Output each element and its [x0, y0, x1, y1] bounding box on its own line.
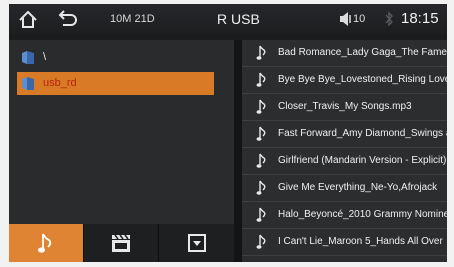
music-note-icon — [256, 234, 268, 253]
music-note-icon — [256, 72, 268, 91]
folder-icon — [21, 50, 35, 74]
tab-download[interactable] — [159, 224, 234, 262]
song-list-item[interactable]: Bad Romance_Lady Gaga_The Fame Monster — [242, 40, 447, 67]
music-note-icon — [256, 99, 268, 118]
song-list-item[interactable]: Bye Bye Bye_Lovestoned_Rising Love — [242, 67, 447, 94]
song-list-item[interactable]: Girlfriend (Mandarin Version - Explicit) — [242, 148, 447, 175]
folder-name: \ — [43, 51, 47, 63]
tab-video[interactable] — [84, 224, 159, 262]
music-note-icon — [256, 207, 268, 226]
speaker-icon — [340, 12, 351, 26]
source-title: R USB — [217, 11, 260, 27]
folder-item-usb[interactable]: usb_rd — [17, 72, 214, 95]
song-title: I Can't Lie_Maroon 5_Hands All Over — [278, 236, 443, 247]
song-list-item[interactable]: I Can't Lie_Maroon 5_Hands All Over — [242, 229, 447, 256]
screen: 10M 21D R USB 10 18:15 \ usb_rd Bad Roma… — [9, 4, 447, 262]
music-note-icon — [256, 126, 268, 145]
back-icon[interactable] — [55, 4, 81, 34]
volume-indicator[interactable]: 10 — [339, 4, 379, 34]
volume-level: 10 — [353, 13, 366, 25]
song-title: Girlfriend (Mandarin Version - Explicit) — [278, 155, 447, 166]
folder-pane: \ usb_rd — [9, 40, 234, 262]
song-list-item[interactable]: Fast Forward_Amy Diamond_Swings and Roun… — [242, 121, 447, 148]
music-note-icon — [256, 153, 268, 172]
music-icon — [38, 233, 52, 253]
song-list-item[interactable]: Give Me Everything_Ne-Yo,Afrojack — [242, 175, 447, 202]
folder-icon — [21, 76, 35, 100]
media-type-tabs — [9, 224, 234, 262]
song-title: Closer_Travis_My Songs.mp3 — [278, 101, 412, 112]
song-title: Halo_Beyoncé_2010 Grammy Nominees — [278, 209, 447, 220]
folder-name: usb_rd — [43, 77, 77, 89]
song-title: Give Me Everything_Ne-Yo,Afrojack — [278, 182, 438, 193]
song-list[interactable]: Bad Romance_Lady Gaga_The Fame Monster By… — [242, 40, 447, 262]
tab-music[interactable] — [9, 224, 84, 262]
song-title: Fast Forward_Amy Diamond_Swings and Roun… — [278, 128, 447, 139]
download-icon — [187, 234, 206, 252]
home-icon[interactable] — [18, 4, 40, 34]
video-icon — [112, 234, 130, 252]
clock: 18:15 — [401, 10, 439, 27]
status-bar: 10M 21D R USB 10 18:15 — [9, 4, 447, 34]
music-note-icon — [256, 180, 268, 199]
folder-item-root[interactable]: \ — [17, 46, 214, 69]
song-title: Bad Romance_Lady Gaga_The Fame Monster — [278, 47, 447, 58]
song-list-item[interactable]: Halo_Beyoncé_2010 Grammy Nominees — [242, 202, 447, 229]
pane-divider — [234, 40, 242, 262]
song-list-item[interactable]: Closer_Travis_My Songs.mp3 — [242, 94, 447, 121]
bluetooth-icon — [384, 4, 396, 34]
song-title: Bye Bye Bye_Lovestoned_Rising Love — [278, 74, 447, 85]
music-note-icon — [256, 45, 268, 64]
elapsed-time: 10M 21D — [110, 13, 155, 25]
